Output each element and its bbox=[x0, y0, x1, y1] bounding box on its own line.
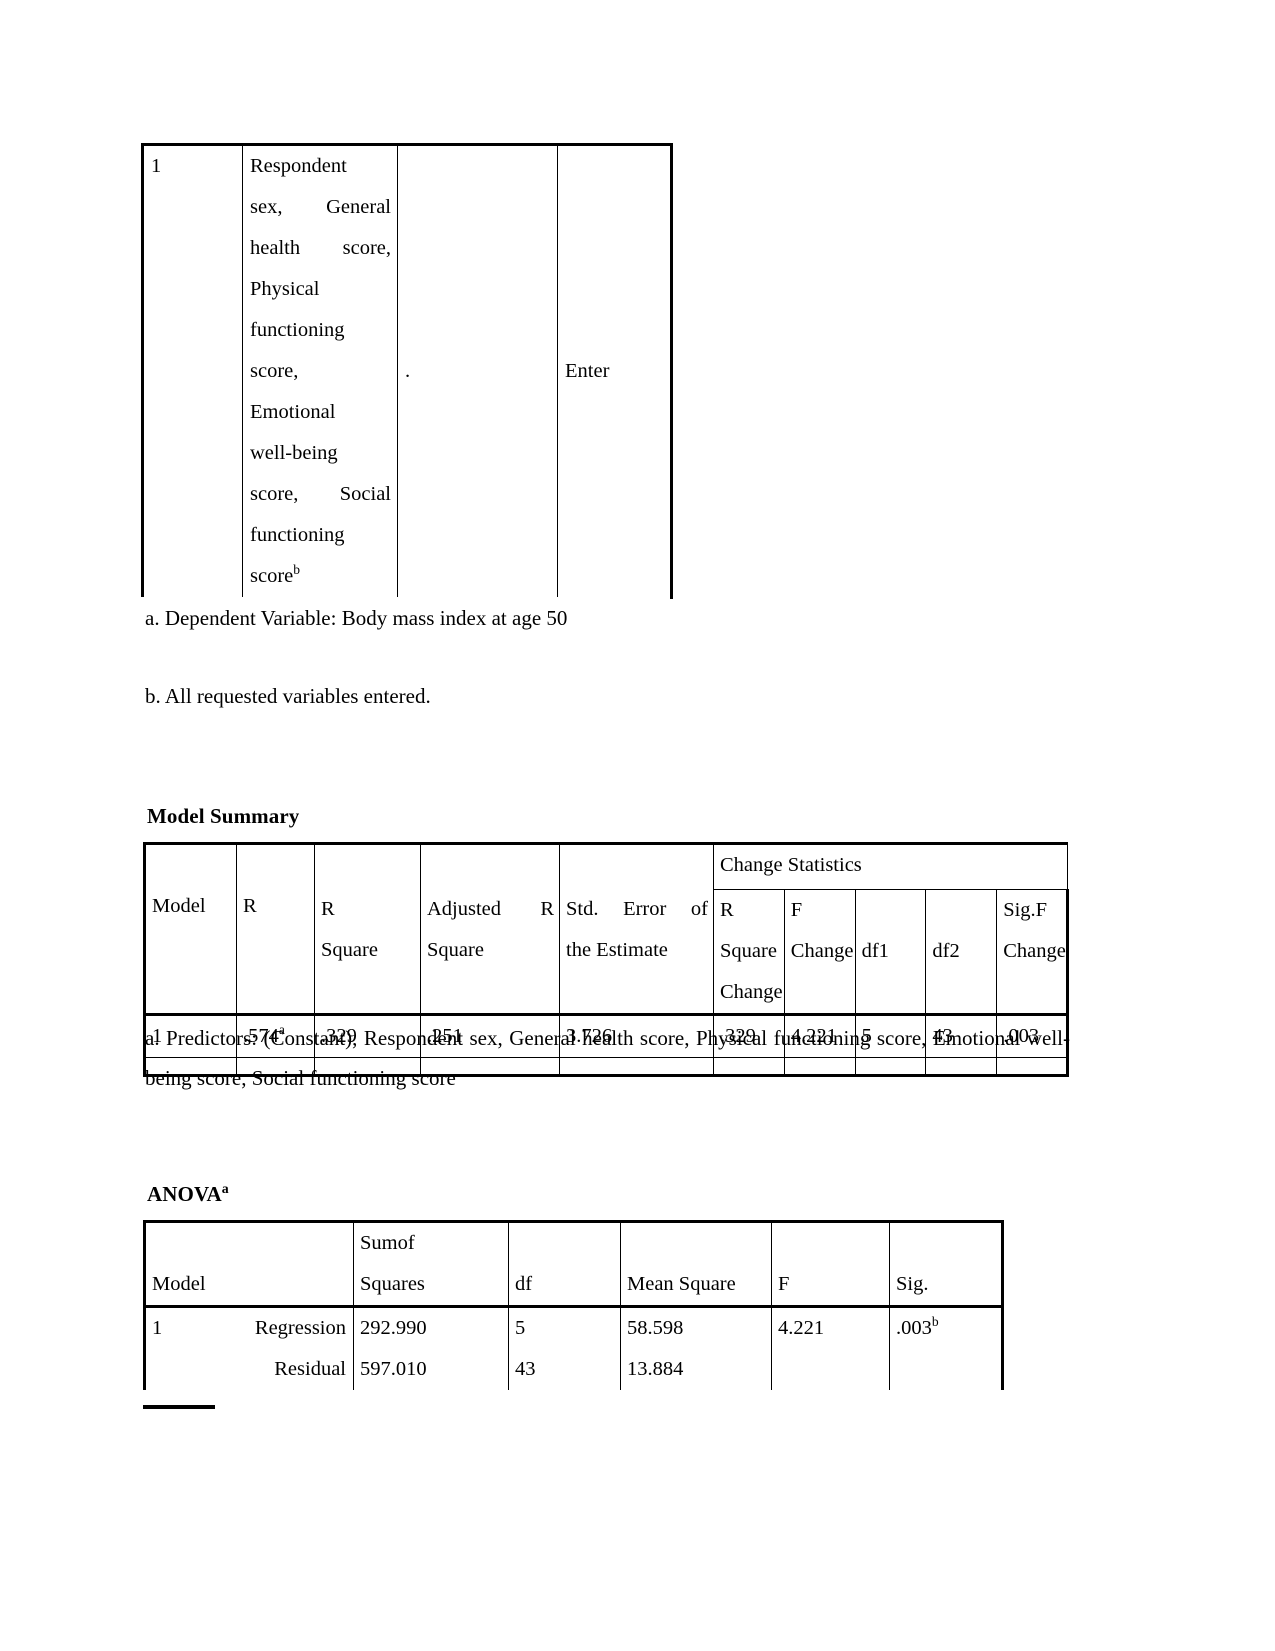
footnote-marker-a: a bbox=[221, 1181, 229, 1196]
footnote-all-variables-entered: b. All requested variables entered. bbox=[145, 684, 431, 708]
header-std-error-line1: Std. Error of bbox=[566, 898, 708, 920]
header-change-statistics: Change Statistics bbox=[720, 854, 862, 876]
footnote-marker-b: b bbox=[931, 1314, 939, 1330]
header-sig-cell: Sig. bbox=[889, 1220, 1004, 1308]
model-number: 1 bbox=[151, 155, 162, 177]
footnote-marker-b: b bbox=[293, 562, 301, 578]
page-crop-rule bbox=[143, 1405, 215, 1409]
header-sum-of-squares-line1: Sumof bbox=[360, 1223, 503, 1264]
cell-source: Residual bbox=[274, 1358, 346, 1380]
cell-sig-value: .003 bbox=[896, 1317, 932, 1339]
header-df-cell: df bbox=[508, 1220, 621, 1308]
header-f-change-line2: Change bbox=[790, 940, 854, 962]
header-df2-cell: df2 bbox=[925, 889, 998, 1015]
header-of-label: of bbox=[397, 1232, 415, 1254]
cell-model-source: 1 Regression bbox=[143, 1306, 354, 1349]
entered-line: Respondent bbox=[250, 155, 347, 177]
method-value: Enter bbox=[565, 360, 610, 382]
variables-removed-value: . bbox=[405, 360, 411, 382]
header-model: Model bbox=[152, 1273, 206, 1295]
header-mean-square: Mean Square bbox=[627, 1273, 736, 1295]
header-r-square-cell: R Square bbox=[314, 842, 421, 1015]
header-sig-label: Sig. bbox=[1003, 899, 1036, 921]
header-f: F bbox=[778, 1273, 790, 1295]
variables-entered-table: 1 Respondent sex, General health score, … bbox=[141, 143, 673, 599]
header-std-error-cell: Std. Error of the Estimate bbox=[559, 842, 714, 1015]
header-sig-f-change-cell: Sig.F Change bbox=[996, 889, 1069, 1015]
entered-line: score, bbox=[250, 360, 299, 382]
table-row: 1 Regression 292.990 5 58.598 4.221 .003… bbox=[143, 1306, 1004, 1390]
header-r-square-line2: Square bbox=[321, 939, 378, 961]
model-source-wrap: 1 Regression bbox=[152, 1308, 348, 1349]
header-f-change-cell: F Change bbox=[783, 889, 856, 1015]
header-adjusted-r-square-cell: Adjusted R Square bbox=[420, 842, 560, 1015]
cell-mean-square: 13.884 bbox=[620, 1349, 772, 1390]
entered-line-text: score bbox=[250, 565, 294, 587]
header-model: Model bbox=[152, 895, 206, 917]
cell-sum-of-squares: 292.990 bbox=[353, 1306, 509, 1349]
cell-source: Regression bbox=[254, 1317, 346, 1339]
entered-line-last: scoreb bbox=[250, 556, 391, 597]
cell-df: 43 bbox=[508, 1349, 621, 1390]
table-header-row: Model Sumof Squares df Mean Square F Sig… bbox=[143, 1220, 1004, 1308]
model-summary-caption: Model Summary bbox=[147, 804, 300, 828]
header-r-square-change-line1: R Square bbox=[720, 899, 777, 962]
table-header-band: Model R R Square Adjusted R Square Std. … bbox=[143, 842, 1068, 1015]
entered-line: functioning bbox=[250, 524, 345, 546]
entered-line: Physical bbox=[250, 278, 320, 300]
cell-sig: .003b bbox=[889, 1306, 1004, 1390]
document-page: 1 Respondent sex, General health score, … bbox=[0, 0, 1275, 1651]
header-r-square-change-cell: R Square Change bbox=[713, 889, 785, 1015]
header-f-change-line1: F bbox=[790, 899, 803, 921]
cell-model: 1 bbox=[141, 143, 243, 597]
header-r-square-change-line2: Change bbox=[720, 981, 783, 1003]
header-sum-of-squares-cell: Sumof Squares bbox=[353, 1220, 509, 1308]
header-sig: Sig. bbox=[896, 1273, 929, 1295]
cell-sum-of-squares: 597.010 bbox=[353, 1349, 509, 1390]
header-adjusted-r-square-line2: Square bbox=[427, 939, 484, 961]
header-change-statistics-group: Change Statistics bbox=[713, 842, 1068, 890]
header-sig-f-change-line2: Change bbox=[1003, 940, 1066, 962]
header-df1-cell: df1 bbox=[854, 889, 927, 1015]
header-df1: df1 bbox=[861, 940, 889, 962]
entered-line: well-being bbox=[250, 442, 338, 464]
cell-model-source: Residual bbox=[143, 1349, 354, 1390]
header-r-square-line1: R bbox=[321, 898, 335, 920]
entered-line: score, Social bbox=[250, 483, 391, 505]
anova-caption: ANOVAa bbox=[147, 1180, 229, 1208]
footnote-predictors: a. Predictors: (Constant), Respondent se… bbox=[145, 1026, 1070, 1090]
header-std-error-line2: the Estimate bbox=[566, 939, 668, 961]
header-sum-of-squares-line2: Squares bbox=[360, 1273, 425, 1295]
anova-caption-text: ANOVA bbox=[147, 1182, 222, 1206]
header-sig-f-change-line1: Sig.F bbox=[1003, 890, 1061, 931]
cell-model: 1 bbox=[152, 1317, 163, 1339]
entered-line: Emotional bbox=[250, 401, 336, 423]
header-model-cell: Model bbox=[143, 842, 237, 1015]
footnote-dependent-variable: a. Dependent Variable: Body mass index a… bbox=[145, 606, 568, 630]
header-r: R bbox=[243, 895, 257, 917]
header-adjusted-r-square-line1: Adjusted R bbox=[427, 898, 554, 920]
entered-line: sex, General bbox=[250, 196, 391, 218]
cell-method: Enter bbox=[557, 143, 673, 597]
cell-variables-entered: Respondent sex, General health score, Ph… bbox=[242, 143, 398, 597]
header-df2: df2 bbox=[932, 940, 960, 962]
entered-line: functioning bbox=[250, 319, 345, 341]
anova-table: Model Sumof Squares df Mean Square F Sig… bbox=[143, 1220, 1004, 1390]
header-f-label: F bbox=[1035, 899, 1048, 921]
header-df: df bbox=[515, 1273, 533, 1295]
header-sum-label: Sum bbox=[360, 1232, 398, 1254]
cell-variables-removed: . bbox=[397, 143, 558, 597]
cell-f: 4.221 bbox=[771, 1306, 890, 1390]
header-r-cell: R bbox=[236, 842, 315, 1015]
header-f-cell: F bbox=[771, 1220, 890, 1308]
model-source-wrap: Residual bbox=[152, 1349, 348, 1390]
cell-mean-square: 58.598 bbox=[620, 1306, 772, 1349]
entered-line: health score, bbox=[250, 237, 391, 259]
header-model-cell: Model bbox=[143, 1220, 354, 1308]
header-mean-square-cell: Mean Square bbox=[620, 1220, 772, 1308]
cell-df: 5 bbox=[508, 1306, 621, 1349]
